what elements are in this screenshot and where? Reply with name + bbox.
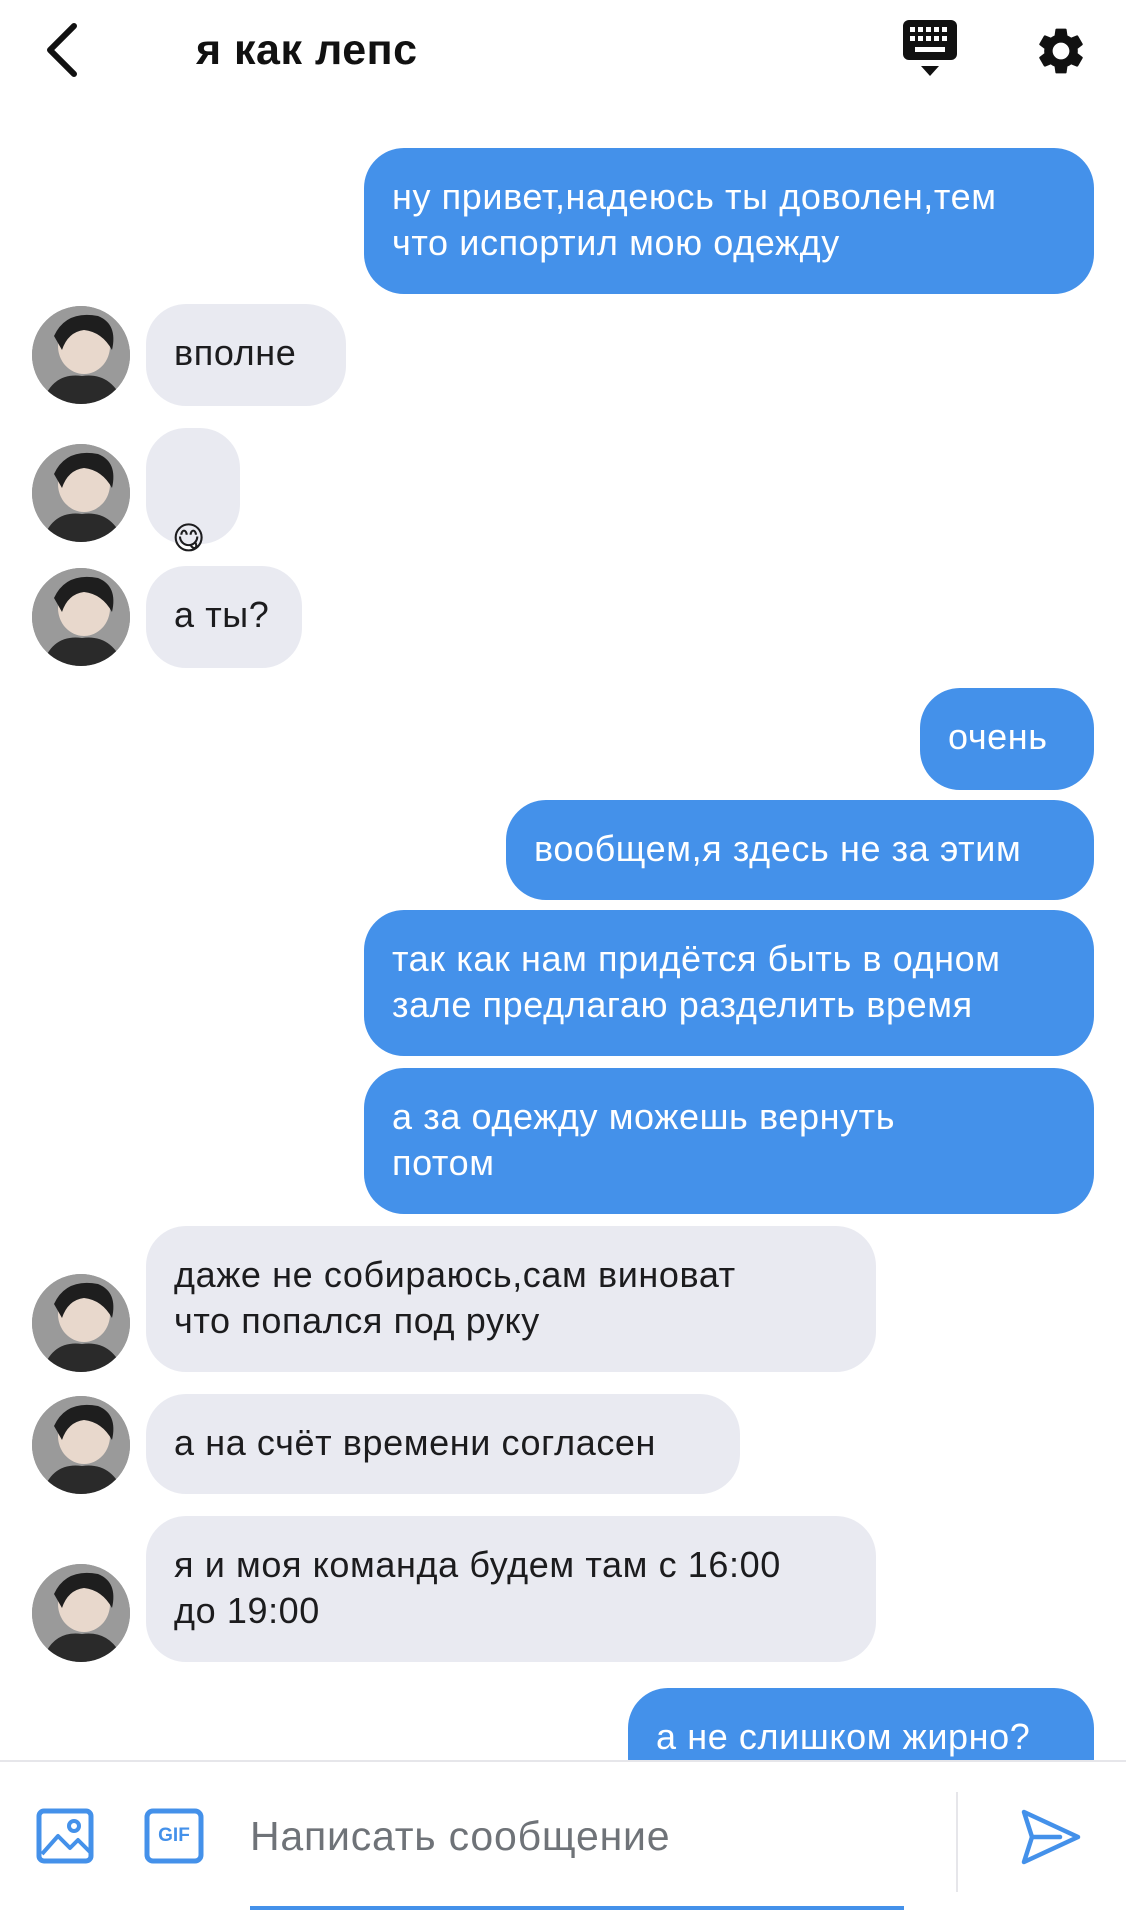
message-bubble-incoming[interactable]: 😋 bbox=[146, 428, 240, 556]
chat-title: я как лепс bbox=[196, 26, 418, 74]
image-icon bbox=[36, 1808, 94, 1864]
attach-photo-button[interactable] bbox=[36, 1808, 94, 1864]
avatar[interactable] bbox=[32, 444, 130, 542]
message-bubble-incoming[interactable]: я и моя команда будем там с 16:00 до 19:… bbox=[146, 1516, 876, 1662]
back-button[interactable] bbox=[38, 18, 86, 82]
message-bubble-incoming[interactable]: а ты? bbox=[146, 566, 302, 668]
smiley-emoji-icon: 😋 bbox=[172, 520, 206, 556]
message-bubble-outgoing[interactable]: ну привет,надеюсь ты доволен,тем что исп… bbox=[364, 148, 1094, 294]
send-icon bbox=[1021, 1809, 1081, 1865]
message-bubble-outgoing[interactable]: а за одежду можешь вернуть потом bbox=[364, 1068, 1094, 1214]
avatar[interactable] bbox=[32, 568, 130, 666]
message-bubble-outgoing[interactable]: вообщем,я здесь не за этим bbox=[506, 800, 1094, 900]
gear-icon bbox=[1039, 28, 1083, 74]
message-list[interactable]: ну привет,надеюсь ты доволен,тем что исп… bbox=[0, 100, 1126, 1760]
message-bubble-outgoing[interactable]: очень bbox=[920, 688, 1094, 790]
chat-header: я как лепс bbox=[0, 0, 1126, 100]
message-bubble-incoming[interactable]: даже не собираюсь,сам виноват что попалс… bbox=[146, 1226, 876, 1372]
message-input[interactable] bbox=[250, 1796, 906, 1876]
send-button[interactable] bbox=[1020, 1806, 1082, 1868]
message-composer: GIF bbox=[0, 1760, 1126, 1920]
message-bubble-outgoing[interactable]: а не слишком жирно? bbox=[628, 1688, 1094, 1760]
input-underline bbox=[250, 1906, 904, 1910]
message-bubble-incoming[interactable]: а на счёт времени согласен bbox=[146, 1394, 740, 1494]
avatar[interactable] bbox=[32, 306, 130, 404]
settings-button[interactable] bbox=[1030, 20, 1092, 82]
avatar[interactable] bbox=[32, 1274, 130, 1372]
chevron-left-icon bbox=[47, 23, 77, 77]
keyboard-button[interactable] bbox=[898, 18, 962, 84]
keyboard-icon bbox=[903, 20, 957, 76]
message-bubble-outgoing[interactable]: так как нам придётся быть в одном зале п… bbox=[364, 910, 1094, 1056]
avatar[interactable] bbox=[32, 1396, 130, 1494]
composer-divider bbox=[956, 1792, 958, 1892]
avatar[interactable] bbox=[32, 1564, 130, 1662]
message-bubble-incoming[interactable]: вполне bbox=[146, 304, 346, 406]
gif-label: GIF bbox=[158, 1825, 190, 1846]
gif-button[interactable]: GIF bbox=[144, 1808, 204, 1864]
